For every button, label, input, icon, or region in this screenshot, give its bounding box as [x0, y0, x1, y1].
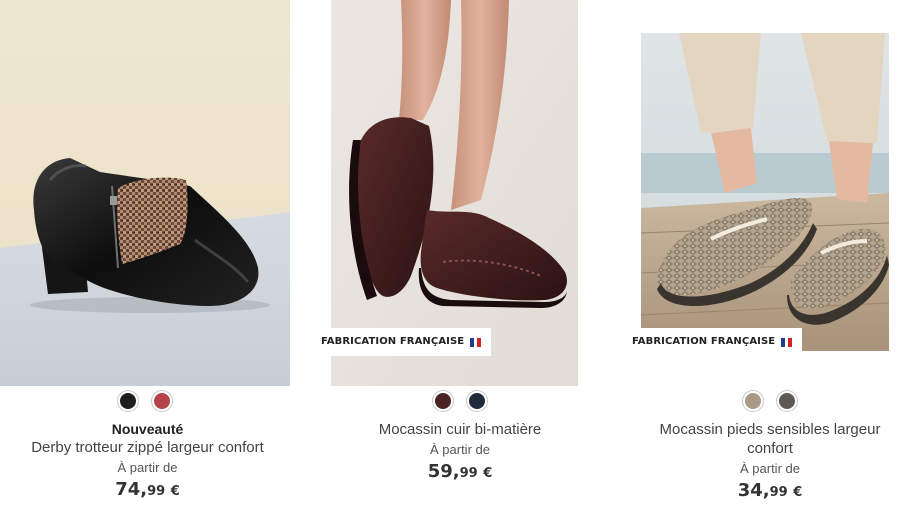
product-info: Mocassin cuir bi-matière À partir de 59,… — [315, 420, 605, 487]
price-currency: € — [793, 485, 803, 500]
product-info: Nouveauté Derby trotteur zippé largeur c… — [0, 420, 295, 505]
french-flag-icon — [781, 337, 793, 347]
price-currency: € — [170, 484, 180, 499]
price-decimal: 99 — [769, 485, 788, 500]
product-title[interactable]: Mocassin pieds sensibles largeur confort — [635, 420, 905, 458]
made-in-france-badge: FABRICATION FRANÇAISE — [315, 328, 491, 356]
product-title[interactable]: Mocassin cuir bi-matière — [315, 420, 605, 439]
price-prefix: À partir de — [430, 442, 490, 457]
price-prefix: À partir de — [740, 461, 800, 476]
new-tag: Nouveauté — [111, 421, 184, 437]
color-swatch-grey-snake[interactable] — [777, 391, 797, 411]
price-decimal: 99 — [147, 484, 166, 499]
price-integer: 59, — [427, 461, 460, 482]
french-flag-icon — [470, 337, 482, 347]
badge-label: FABRICATION FRANÇAISE — [321, 336, 465, 347]
color-swatch-black[interactable] — [118, 391, 138, 411]
product-title[interactable]: Derby trotteur zippé largeur confort — [0, 438, 295, 457]
color-swatches — [315, 391, 605, 411]
product-image-derby[interactable] — [0, 0, 290, 386]
color-swatch-navy[interactable] — [467, 391, 487, 411]
badge-label: FABRICATION FRANÇAISE — [632, 336, 776, 347]
price-currency: € — [483, 466, 493, 481]
product-price: 74,99 € — [0, 477, 295, 505]
price-decimal: 99 — [459, 466, 478, 481]
price-integer: 34, — [737, 480, 770, 501]
color-swatch-burgundy[interactable] — [433, 391, 453, 411]
price-prefix: À partir de — [117, 460, 178, 475]
product-price: 34,99 € — [635, 478, 905, 506]
color-swatches — [625, 391, 915, 411]
color-swatches — [0, 391, 290, 411]
product-price: 59,99 € — [315, 459, 605, 487]
made-in-france-badge: FABRICATION FRANÇAISE — [625, 328, 802, 356]
price-integer: 74, — [115, 479, 148, 500]
product-info: Mocassin pieds sensibles largeur confort… — [635, 420, 905, 506]
product-image-mocassin-pieds-sensibles[interactable] — [641, 33, 889, 351]
color-swatch-beige-snake[interactable] — [743, 391, 763, 411]
color-swatch-red[interactable] — [152, 391, 172, 411]
